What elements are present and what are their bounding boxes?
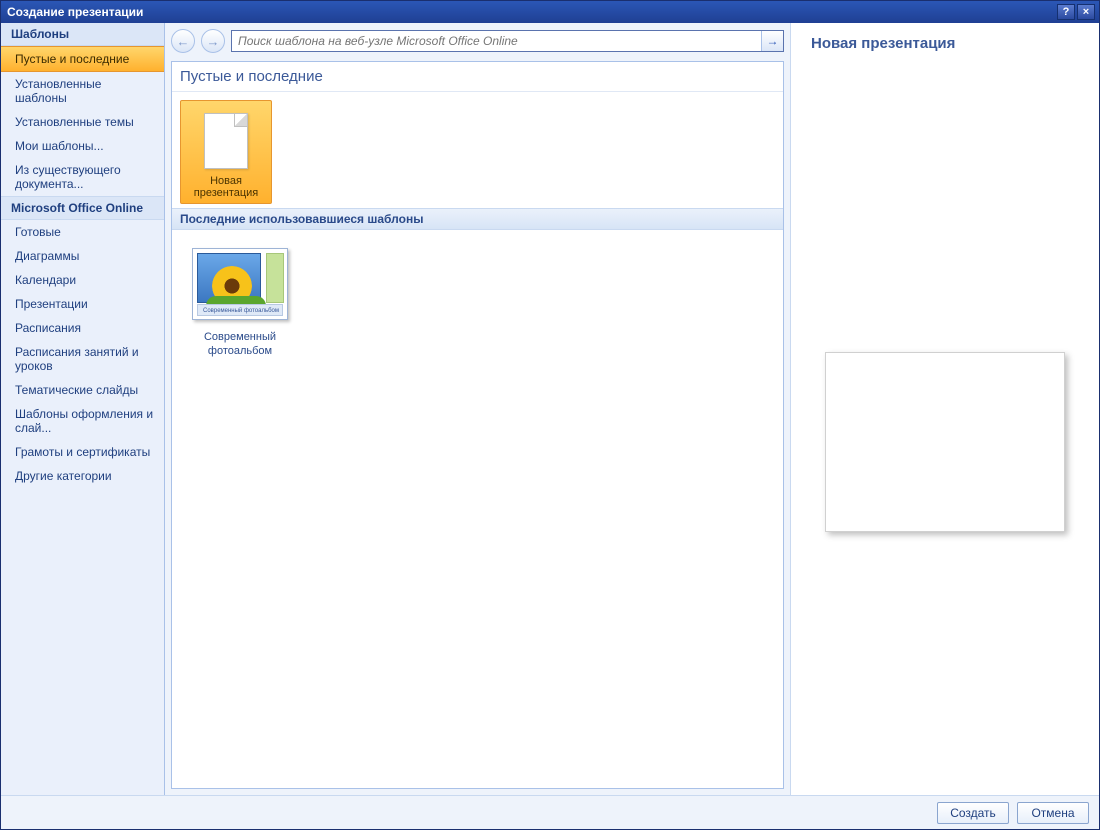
sidebar-item-label: Пустые и последние <box>15 52 129 66</box>
sidebar-item-thematic-slides[interactable]: Тематические слайды <box>1 378 164 402</box>
sidebar-item-label: Тематические слайды <box>15 383 138 397</box>
sidebar-heading-templates: Шаблоны <box>1 23 164 46</box>
template-thumbnail: Современный фотоальбом <box>192 248 288 320</box>
sidebar-item-schedules[interactable]: Расписания <box>1 316 164 340</box>
recent-template-label: Современный фотоальбом <box>192 330 288 358</box>
dialog-window: Создание презентации ? × Шаблоны Пустые … <box>0 0 1100 830</box>
tile-label-line1: Новая <box>210 175 242 187</box>
sidebar-item-diagrams[interactable]: Диаграммы <box>1 244 164 268</box>
sidebar-item-label: Расписания <box>15 321 81 335</box>
sidebar-item-design-templates[interactable]: Шаблоны оформления и слай... <box>1 402 164 440</box>
search-box: → <box>231 30 784 52</box>
help-icon: ? <box>1063 6 1070 18</box>
sidebar-item-installed-templates[interactable]: Установленные шаблоны <box>1 72 164 110</box>
sidebar-item-label: Диаграммы <box>15 249 79 263</box>
sidebar-item-installed-themes[interactable]: Установленные темы <box>1 110 164 134</box>
preview-column: Новая презентация <box>791 23 1099 795</box>
sidebar-item-my-templates[interactable]: Мои шаблоны... <box>1 134 164 158</box>
content-panel: Пустые и последние Новая презентация Пос… <box>171 61 784 789</box>
document-icon <box>204 113 248 169</box>
sidebar-item-label: Грамоты и сертификаты <box>15 445 150 459</box>
cancel-button[interactable]: Отмена <box>1017 802 1089 824</box>
arrow-left-icon: ← <box>177 34 190 49</box>
search-input[interactable] <box>236 33 761 49</box>
sidebar-item-label: Презентации <box>15 297 88 311</box>
sidebar-item-class-schedules[interactable]: Расписания занятий и уроков <box>1 340 164 378</box>
sidebar-item-blank-recent[interactable]: Пустые и последние <box>1 46 164 72</box>
sidebar-item-label: Из существующего документа... <box>15 163 121 191</box>
sidebar-item-presentations[interactable]: Презентации <box>1 292 164 316</box>
recent-label-line2: фотоальбом <box>208 345 272 357</box>
title-bar: Создание презентации ? × <box>1 1 1099 23</box>
topbar: ← → → <box>171 29 784 57</box>
slide-preview <box>825 352 1065 532</box>
nav-back-button[interactable]: ← <box>171 29 195 53</box>
main-column: ← → → Пустые и последние Новая презентац… <box>165 23 791 795</box>
tile-blank-presentation[interactable]: Новая презентация <box>180 100 272 204</box>
recent-templates-heading: Последние использовавшиеся шаблоны <box>172 208 783 230</box>
sidebar-item-certificates[interactable]: Грамоты и сертификаты <box>1 440 164 464</box>
sidebar: Шаблоны Пустые и последние Установленные… <box>1 23 165 795</box>
search-go-button[interactable]: → <box>761 31 783 51</box>
sunflower-icon <box>212 266 252 306</box>
arrow-right-icon: → <box>207 34 220 49</box>
help-button[interactable]: ? <box>1057 4 1075 20</box>
nav-forward-button[interactable]: → <box>201 29 225 53</box>
sidebar-heading-online: Microsoft Office Online <box>1 196 164 220</box>
sidebar-item-label: Установленные шаблоны <box>15 77 101 105</box>
close-button[interactable]: × <box>1077 4 1095 20</box>
thumbnail-bg <box>197 253 261 303</box>
create-button[interactable]: Создать <box>937 802 1009 824</box>
window-title: Создание презентации <box>7 5 1057 19</box>
sidebar-item-label: Другие категории <box>15 469 112 483</box>
close-icon: × <box>1083 6 1089 18</box>
sidebar-item-calendars[interactable]: Календари <box>1 268 164 292</box>
sidebar-item-label: Мои шаблоны... <box>15 139 104 153</box>
sidebar-item-label: Календари <box>15 273 76 287</box>
footer: Создать Отмена <box>1 795 1099 829</box>
tile-label-line2: презентация <box>194 187 259 199</box>
arrow-right-icon: → <box>767 34 779 48</box>
preview-title: Новая презентация <box>811 35 1079 52</box>
sidebar-item-label: Готовые <box>15 225 61 239</box>
thumbnail-accent <box>266 253 284 303</box>
sidebar-item-label: Расписания занятий и уроков <box>15 345 139 373</box>
recent-template-item[interactable]: Современный фотоальбом Современный фотоа… <box>192 248 288 358</box>
tile-label: Новая презентация <box>194 175 259 199</box>
recent-area: Современный фотоальбом Современный фотоа… <box>172 230 783 376</box>
thumbnail-caption-bar: Современный фотоальбом <box>197 304 283 316</box>
client-area: Шаблоны Пустые и последние Установленные… <box>1 23 1099 795</box>
sidebar-item-label: Шаблоны оформления и слай... <box>15 407 153 435</box>
recent-label-line1: Современный <box>204 331 276 343</box>
sidebar-item-featured[interactable]: Готовые <box>1 220 164 244</box>
section-title: Пустые и последние <box>172 62 783 92</box>
tile-row: Новая презентация <box>172 92 783 208</box>
sidebar-item-other-categories[interactable]: Другие категории <box>1 464 164 488</box>
titlebar-buttons: ? × <box>1057 4 1095 20</box>
sidebar-item-label: Установленные темы <box>15 115 134 129</box>
sidebar-item-from-existing[interactable]: Из существующего документа... <box>1 158 164 196</box>
